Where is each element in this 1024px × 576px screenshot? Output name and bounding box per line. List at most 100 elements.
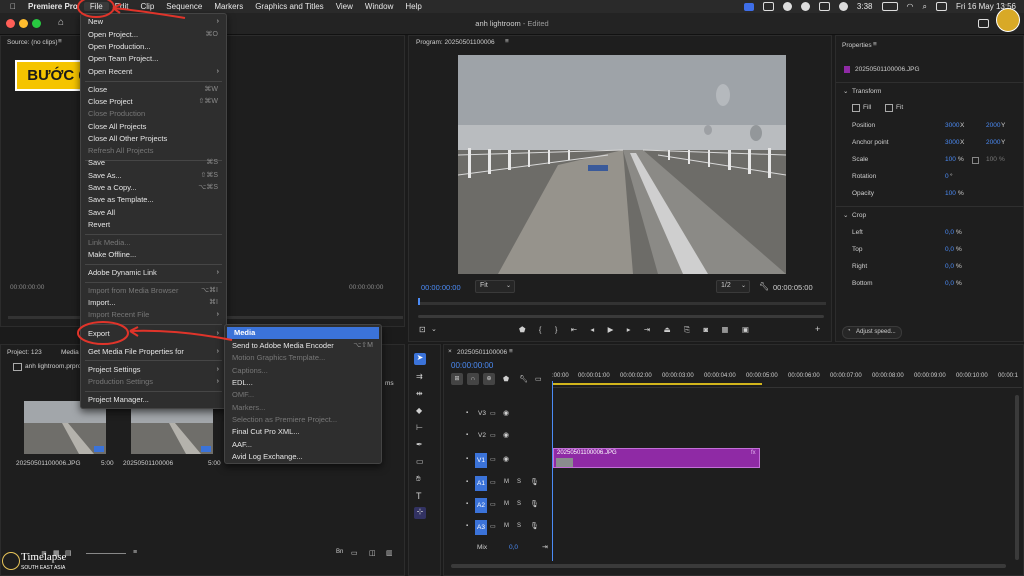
eye-icon[interactable]: ◉ bbox=[503, 431, 509, 439]
track-lock-icon[interactable]: ▪ bbox=[466, 432, 468, 438]
export-menu-item-send-to-ame[interactable]: Send to Adobe Media Encoder ⌥⇧M bbox=[225, 340, 381, 352]
sync-lock-icon[interactable]: ▭ bbox=[490, 432, 496, 439]
track-label-v1[interactable]: V1 bbox=[475, 453, 487, 468]
menu-sequence[interactable]: Sequence bbox=[160, 2, 208, 11]
mix-value[interactable]: 0,0 bbox=[509, 544, 518, 551]
menu-item-new[interactable]: New › bbox=[81, 16, 226, 28]
transform-section-title[interactable]: Transform bbox=[852, 88, 881, 95]
linked-selection-icon[interactable]: ⊕ bbox=[483, 373, 495, 385]
track-label-a1[interactable]: A1 bbox=[475, 476, 487, 491]
extract-icon[interactable]: ⎘ bbox=[684, 325, 690, 335]
type-tool[interactable]: T bbox=[416, 491, 422, 501]
anchor-y-value[interactable]: 2000 bbox=[986, 139, 1000, 146]
caption-tool[interactable]: ⊹ bbox=[414, 507, 426, 519]
position-y-value[interactable]: 2000 bbox=[986, 122, 1000, 129]
safe-margins-icon[interactable]: ⊡ bbox=[419, 325, 426, 334]
menu-edit[interactable]: Edit bbox=[109, 2, 135, 11]
scale-value[interactable]: 100 bbox=[945, 156, 956, 163]
crop-bottom-value[interactable]: 0,0 bbox=[945, 280, 954, 287]
add-marker-icon[interactable]: ⬟ bbox=[503, 375, 509, 383]
menu-item-close-project[interactable]: Close Project ⇧⌘W bbox=[81, 96, 226, 108]
keyboard-icon[interactable] bbox=[818, 2, 830, 11]
mic-icon[interactable]: 🎙︎ bbox=[530, 522, 539, 530]
new-folder-icon[interactable]: ▭ bbox=[351, 549, 358, 557]
lift-icon[interactable]: ⏏ bbox=[664, 325, 671, 335]
mark-out-icon[interactable]: } bbox=[555, 325, 558, 335]
mute-button[interactable]: M bbox=[504, 523, 509, 529]
crop-left-value[interactable]: 0,0 bbox=[945, 229, 954, 236]
sync-icon[interactable] bbox=[838, 2, 848, 11]
program-scrub-bar[interactable] bbox=[418, 302, 826, 305]
go-to-out-icon[interactable]: ⇥ bbox=[644, 325, 650, 335]
export-menu-item-aaf[interactable]: AAF... bbox=[225, 439, 381, 451]
close-icon[interactable]: × bbox=[448, 348, 452, 355]
fill-icon[interactable] bbox=[852, 104, 860, 112]
menu-view[interactable]: View bbox=[330, 2, 359, 11]
sync-lock-icon[interactable]: ▭ bbox=[490, 410, 496, 417]
crop-top-value[interactable]: 0,0 bbox=[945, 246, 954, 253]
source-tc-left[interactable]: 00:00:00:00 bbox=[10, 284, 44, 291]
quality-dropdown[interactable]: 1/2 ⌄ bbox=[716, 280, 750, 293]
sync-lock-icon[interactable]: ▭ bbox=[490, 456, 496, 463]
project-panel-title[interactable]: Project: 123 bbox=[7, 349, 42, 356]
crop-right-value[interactable]: 0,0 bbox=[945, 263, 954, 270]
sync-lock-icon[interactable]: ▭ bbox=[490, 479, 496, 486]
menu-item-import[interactable]: Import... ⌘I bbox=[81, 297, 226, 309]
mic-icon[interactable]: 🎙︎ bbox=[530, 500, 539, 508]
source-tc-right[interactable]: 00:00:00:00 bbox=[349, 284, 383, 291]
menu-item-adobe-dynamic-link[interactable]: Adobe Dynamic Link › bbox=[81, 267, 226, 279]
timeline-clip[interactable]: 20250501100006.JPG fx bbox=[553, 448, 760, 468]
wifi-icon[interactable]: ◠ bbox=[907, 2, 914, 11]
properties-title[interactable]: Properties bbox=[842, 42, 872, 49]
work-area-bar[interactable] bbox=[552, 383, 762, 385]
anchor-x-value[interactable]: 3000 bbox=[945, 139, 959, 146]
export-menu-item-avid-log[interactable]: Avid Log Exchange... bbox=[225, 451, 381, 463]
vpn-icon[interactable] bbox=[800, 2, 810, 11]
menu-graphics-titles[interactable]: Graphics and Titles bbox=[249, 2, 329, 11]
zoom-scroll-bar[interactable] bbox=[418, 315, 824, 318]
snap-icon[interactable]: ∩ bbox=[467, 373, 479, 385]
razor-tool[interactable]: ◆ bbox=[416, 406, 422, 415]
playhead-line[interactable] bbox=[552, 381, 553, 561]
rectangle-tool[interactable]: ▭ bbox=[416, 457, 424, 466]
camera-icon[interactable]: ◙ bbox=[703, 325, 708, 335]
menu-help[interactable]: Help bbox=[399, 2, 427, 11]
control-center-icon[interactable] bbox=[935, 2, 947, 11]
captions-icon[interactable]: ▭ bbox=[535, 375, 542, 383]
track-label-a2[interactable]: A2 bbox=[475, 498, 487, 513]
mute-button[interactable]: M bbox=[504, 501, 509, 507]
menu-item-save-all[interactable]: Save All bbox=[81, 207, 226, 219]
sync-lock-icon[interactable]: ▭ bbox=[490, 523, 496, 530]
apple-icon[interactable]:  bbox=[0, 2, 22, 11]
zoom-status-icon[interactable] bbox=[743, 2, 754, 11]
screen-icon[interactable] bbox=[762, 2, 774, 11]
sync-lock-icon[interactable]: ▭ bbox=[490, 501, 496, 508]
multicam-icon[interactable]: ▦ bbox=[721, 325, 728, 335]
solo-button[interactable]: S bbox=[517, 501, 521, 507]
chevron-down-icon[interactable]: ⌄ bbox=[431, 325, 437, 333]
go-to-in-icon[interactable]: ⇤ bbox=[571, 325, 577, 335]
menu-item-close-all-projects[interactable]: Close All Projects bbox=[81, 121, 226, 133]
menu-item-save-a-copy[interactable]: Save a Copy... ⌥⌘S bbox=[81, 182, 226, 194]
timeline-tab[interactable]: 20250501100006 bbox=[457, 349, 507, 356]
panel-menu-icon[interactable]: ≡ bbox=[58, 38, 62, 45]
solo-button[interactable]: S bbox=[517, 523, 521, 529]
menu-item-close-all-other-projects[interactable]: Close All Other Projects bbox=[81, 133, 226, 145]
panel-menu-icon[interactable]: ≡ bbox=[505, 38, 509, 45]
fit-button-label[interactable]: Fit bbox=[896, 104, 903, 111]
export-menu-item-edl[interactable]: EDL... bbox=[225, 377, 381, 389]
menu-item-save-as[interactable]: Save As... ⇧⌘S bbox=[81, 170, 226, 182]
chevron-down-icon[interactable]: ⌄ bbox=[843, 211, 848, 219]
menu-item-open-recent[interactable]: Open Recent › bbox=[81, 66, 226, 78]
track-select-tool[interactable]: ⇉ bbox=[416, 372, 423, 381]
track-lock-icon[interactable]: ▪ bbox=[466, 479, 468, 485]
menu-item-revert[interactable]: Revert bbox=[81, 219, 226, 231]
timeline-vertical-scrollbar[interactable] bbox=[1015, 395, 1019, 560]
track-lock-icon[interactable]: ▪ bbox=[466, 410, 468, 416]
fit-dropdown[interactable]: Fit ⌄ bbox=[475, 280, 515, 293]
fill-button-label[interactable]: Fill bbox=[863, 104, 871, 111]
timeline-horizontal-scrollbar[interactable] bbox=[451, 564, 1006, 568]
mark-in-icon[interactable]: { bbox=[539, 325, 542, 335]
eye-icon[interactable]: ◉ bbox=[503, 455, 509, 463]
menu-item-make-offline[interactable]: Make Offline... bbox=[81, 249, 226, 261]
